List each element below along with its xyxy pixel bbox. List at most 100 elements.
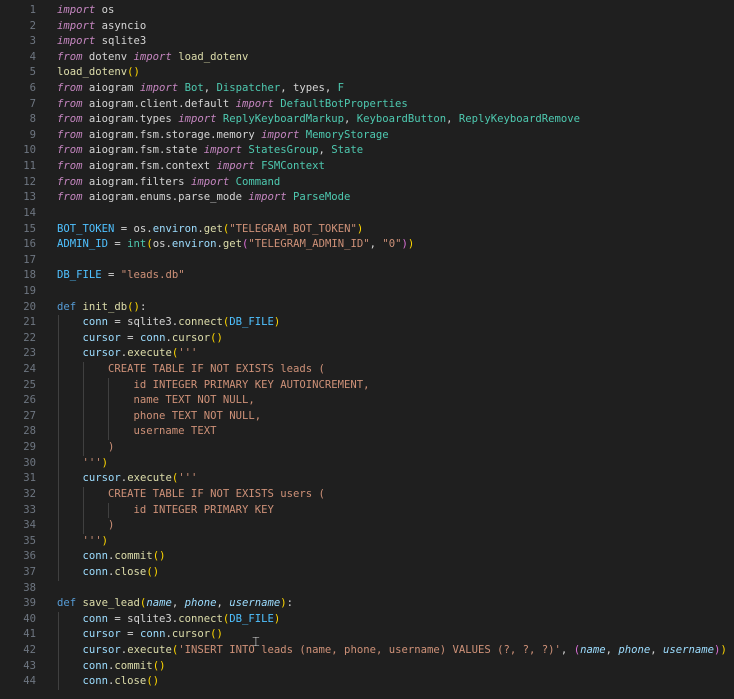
code-token: aiogram.fsm.context (82, 160, 217, 173)
code-token: import (203, 144, 242, 157)
code-line[interactable]: 9 from aiogram.fsm.storage.memory import … (0, 128, 734, 144)
code-text: conn.close() (57, 565, 160, 581)
code-token: init_db (76, 300, 128, 313)
code-text: from aiogram.fsm.context import FSMConte… (57, 159, 325, 175)
line-number: 35 (23, 534, 36, 547)
code-line[interactable]: 34 ) (0, 518, 734, 534)
code-line[interactable]: 43 conn.commit() (0, 658, 734, 675)
line-number: 18 (23, 269, 36, 282)
code-token: () (146, 675, 160, 688)
code-token: import (235, 97, 274, 110)
code-line[interactable]: 24 CREATE TABLE IF NOT EXISTS leads ( (0, 362, 734, 378)
code-token: = (120, 331, 140, 344)
code-token: close (114, 675, 147, 688)
code-line[interactable]: 26 name TEXT NOT NULL, (0, 393, 734, 409)
code-line[interactable]: 6 from aiogram import Bot, Dispatcher, ty… (0, 81, 734, 97)
code-line[interactable]: 1 import os (0, 3, 734, 19)
code-token: () (152, 550, 166, 563)
indent-guide (58, 549, 59, 565)
code-line[interactable]: 21 conn = sqlite3.connect(DB_FILE) (0, 315, 734, 331)
code-line[interactable]: 3 import sqlite3 (0, 34, 734, 50)
indent-guide (58, 440, 59, 456)
code-editor[interactable]: 1 import os 2 import asyncio 3 import sqlite3… (0, 0, 734, 699)
code-line[interactable]: 20 def init_db(): (0, 300, 734, 316)
line-number: 25 (23, 378, 36, 391)
code-line[interactable]: 8 from aiogram.types import ReplyKeyboard… (0, 112, 734, 128)
code-lines[interactable]: 1 import os 2 import asyncio 3 import sqlite3… (0, 3, 734, 690)
indent-guide (58, 362, 59, 378)
code-token: conn (139, 628, 166, 641)
code-text: cursor = conn.cursor() (57, 627, 223, 643)
code-line[interactable]: 31 cursor.execute(''' (0, 471, 734, 487)
code-text: from aiogram.client.default import Defau… (57, 97, 408, 113)
code-line[interactable]: 16 ADMIN_ID = int(os.environ.get("TELEGRA… (0, 237, 734, 253)
code-line[interactable]: 17 (0, 253, 734, 269)
code-token: = (120, 628, 140, 641)
code-line[interactable]: 10 from aiogram.fsm.state import StatesGr… (0, 143, 734, 159)
code-token: ) (407, 238, 415, 251)
code-token: cursor (171, 628, 211, 641)
code-line[interactable]: 27 phone TEXT NOT NULL, (0, 408, 734, 425)
code-line[interactable]: 2 import asyncio (0, 19, 734, 35)
code-line[interactable]: 18 DB_FILE = "leads.db" (0, 268, 734, 284)
line-number: 39 (23, 597, 36, 610)
code-token: import (261, 128, 300, 141)
code-text: load_dotenv() (57, 65, 140, 81)
code-token: aiogram.filters (82, 175, 191, 188)
code-token: import (216, 160, 255, 173)
code-line[interactable]: 7 from aiogram.client.default import Defa… (0, 97, 734, 113)
code-line[interactable]: 11 from aiogram.fsm.context import FSMCon… (0, 159, 734, 175)
code-token: , (369, 238, 383, 251)
code-line[interactable]: 40 conn = sqlite3.connect(DB_FILE) (0, 611, 734, 628)
code-line[interactable]: 39 def save_lead(name, phone, username): (0, 596, 734, 612)
code-token: ADMIN_ID (57, 238, 109, 251)
code-token: ) (57, 519, 115, 532)
line-number: 24 (23, 363, 36, 376)
code-token: () (152, 659, 166, 672)
code-line[interactable]: 23 cursor.execute(''' (0, 346, 734, 363)
code-line[interactable]: 13 from aiogram.enums.parse_mode import P… (0, 190, 734, 206)
code-line[interactable]: 29 ) (0, 440, 734, 456)
code-line[interactable]: 42 cursor.execute('INSERT INTO leads (na… (0, 642, 734, 659)
code-line[interactable]: 25 id INTEGER PRIMARY KEY AUTOINCREMENT, (0, 377, 734, 394)
code-token: MemoryStorage (299, 128, 389, 141)
indent-guide (58, 564, 59, 581)
code-line[interactable]: 5 load_dotenv() (0, 65, 734, 81)
code-line[interactable]: 19 (0, 284, 734, 300)
indent-guide (83, 424, 84, 441)
code-line[interactable]: 35 ''') (0, 533, 734, 550)
line-number: 16 (23, 238, 36, 251)
code-text: from dotenv import load_dotenv (57, 50, 248, 66)
code-line[interactable]: 33 id INTEGER PRIMARY KEY (0, 502, 734, 519)
code-token: , (318, 144, 332, 157)
code-line[interactable]: 12 from aiogram.filters import Command (0, 175, 734, 191)
code-line[interactable]: 14 (0, 206, 734, 222)
code-text: from aiogram.enums.parse_mode import Par… (57, 190, 350, 206)
code-text: from aiogram.types import ReplyKeyboardM… (57, 112, 580, 128)
code-line[interactable]: 41 cursor = conn.cursor() (0, 627, 734, 643)
code-line[interactable]: 22 cursor = conn.cursor() (0, 330, 734, 347)
code-line[interactable]: 4 from dotenv import load_dotenv (0, 50, 734, 66)
code-line[interactable]: 38 (0, 581, 734, 597)
indent-guide (58, 346, 59, 363)
indent-guide (58, 642, 59, 659)
code-line[interactable]: 36 conn.commit() (0, 549, 734, 565)
code-line[interactable]: 30 ''') (0, 455, 734, 472)
code-text: from aiogram import Bot, Dispatcher, typ… (57, 81, 344, 97)
code-line[interactable]: 44 conn.close() (0, 674, 734, 690)
code-text: DB_FILE = "leads.db" (57, 268, 185, 284)
code-token: cursor (171, 331, 211, 344)
code-line[interactable]: 28 username TEXT (0, 424, 734, 441)
code-line[interactable]: 37 conn.close() (0, 564, 734, 581)
code-token: DB_FILE (229, 316, 274, 329)
code-token: aiogram.enums.parse_mode (82, 191, 249, 204)
code-line[interactable]: 15 BOT_TOKEN = os.environ.get("TELEGRAM_B… (0, 222, 734, 238)
code-line[interactable]: 32 CREATE TABLE IF NOT EXISTS users ( (0, 486, 734, 503)
code-token: = (108, 238, 128, 251)
line-number: 9 (29, 128, 36, 141)
code-text: cursor.execute(''' (57, 471, 198, 487)
